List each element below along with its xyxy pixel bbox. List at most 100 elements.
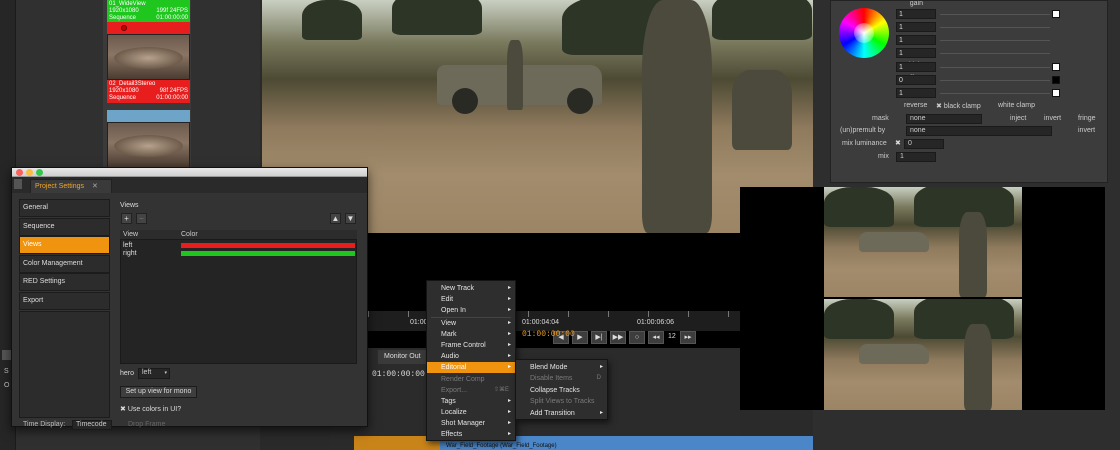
nav-general[interactable]: General <box>19 199 110 217</box>
chevron-down-icon: ▾ <box>164 370 167 376</box>
menu-item-effects[interactable]: Effects ▸ <box>427 429 515 440</box>
nav-sequence[interactable]: Sequence <box>19 218 110 236</box>
mix-luminance-value[interactable]: 0 <box>904 139 944 149</box>
menu-item-localize[interactable]: Localize ▸ <box>427 407 515 418</box>
current-timecode[interactable]: 01:00:00:00 <box>522 330 575 339</box>
play-button[interactable]: ▶| <box>591 331 607 344</box>
close-icon[interactable] <box>16 169 23 176</box>
menu-item-collapse-tracks[interactable]: Collapse Tracks <box>516 385 607 396</box>
tab-close-icon[interactable]: ✕ <box>92 183 98 190</box>
unpremult-dropdown[interactable]: none <box>906 126 1052 136</box>
param-slider[interactable] <box>940 27 1050 28</box>
menu-item-add-transition[interactable]: Add Transition ▸ <box>516 408 607 419</box>
view-row-color[interactable] <box>181 251 355 256</box>
menu-item-blend-mode[interactable]: Blend Mode ▸ <box>516 362 607 373</box>
add-view-button[interactable]: + <box>121 213 132 224</box>
param-value[interactable]: 1 <box>896 48 936 58</box>
invert-checkbox-2[interactable]: invert <box>1078 127 1095 134</box>
menu-item-export[interactable]: Export... ⇧⌘E <box>427 385 515 396</box>
mix-value[interactable]: 1 <box>896 152 936 162</box>
inject-checkbox[interactable]: inject <box>1010 115 1026 122</box>
mix-luminance-checkbox[interactable]: ✖ <box>895 139 901 147</box>
frame-back-button[interactable]: ◂◂ <box>648 331 664 344</box>
menu-item-editorial[interactable]: Editorial ▸ <box>427 362 515 373</box>
move-down-icon[interactable]: ▼ <box>345 213 356 224</box>
loop-button[interactable]: ○ <box>629 331 645 344</box>
hero-dropdown[interactable]: left ▾ <box>138 368 170 379</box>
swatch-icon[interactable] <box>1052 76 1060 84</box>
param-slider[interactable] <box>940 80 1050 81</box>
panel-menu-icon[interactable] <box>14 179 22 189</box>
menu-item-view[interactable]: View ▸ <box>427 318 515 329</box>
mix-label: mix <box>878 153 889 160</box>
black-clamp-label[interactable]: ✖ black clamp <box>936 102 981 110</box>
fringe-checkbox[interactable]: fringe <box>1078 115 1096 122</box>
menu-item-audio[interactable]: Audio ▸ <box>427 351 515 362</box>
nav-export[interactable]: Export <box>19 292 110 310</box>
param-row: 1 <box>836 35 1106 46</box>
menu-item-frame-control[interactable]: Frame Control ▸ <box>427 340 515 351</box>
frame-step-value[interactable]: 12 <box>668 333 676 340</box>
param-value[interactable]: 1 <box>896 88 936 98</box>
tab-title: Project Settings <box>35 183 85 190</box>
drop-frame-checkbox[interactable]: Drop Frame <box>128 421 165 428</box>
frame-forward-button[interactable]: ▸▸ <box>680 331 696 344</box>
maximize-icon[interactable] <box>36 169 43 176</box>
param-value[interactable]: 1 <box>896 62 936 72</box>
tab-project-settings[interactable]: Project Settings ✕ <box>30 179 112 193</box>
remove-view-button[interactable]: − <box>136 213 147 224</box>
menu-item-render-comp[interactable]: Render Comp <box>427 374 515 385</box>
o-icon[interactable]: O <box>4 382 9 389</box>
swatch-icon[interactable] <box>1052 10 1060 18</box>
reverse-checkbox[interactable]: reverse <box>904 102 927 109</box>
param-row: multiply 1 <box>836 62 1106 73</box>
menu-item-shot-manager[interactable]: Shot Manager ▸ <box>427 418 515 429</box>
move-up-icon[interactable]: ▲ <box>330 213 341 224</box>
param-slider[interactable] <box>940 93 1050 94</box>
param-slider[interactable] <box>940 14 1050 15</box>
param-slider[interactable] <box>940 67 1050 68</box>
step-forward-button[interactable]: ▶▶ <box>610 331 626 344</box>
menu-item-mark[interactable]: Mark ▸ <box>427 329 515 340</box>
clip-thumbnail <box>107 34 190 80</box>
view-row-name[interactable]: right <box>123 250 137 257</box>
clip-item[interactable]: 02_Detail3Stereo 1920x1080 98f 24FPS Seq… <box>107 22 190 103</box>
menu-item-open-in[interactable]: Open In ▸ <box>427 305 515 316</box>
menu-item-disable-items[interactable]: Disable Items D <box>516 373 607 384</box>
param-value[interactable]: 0 <box>896 75 936 85</box>
param-value[interactable]: 1 <box>896 22 936 32</box>
param-slider[interactable] <box>940 40 1050 41</box>
param-value[interactable]: 1 <box>896 9 936 19</box>
menu-item-tags[interactable]: Tags ▸ <box>427 396 515 407</box>
param-value[interactable]: 1 <box>896 35 936 45</box>
clip-item[interactable]: 01_WideView 1920x1080 199f 24FPS Sequenc… <box>107 0 190 23</box>
viewer-ruler[interactable]: 01:00:00:00 01:00:04:04 01:00:06:06 <box>368 311 740 331</box>
stereo-left-view <box>824 187 1022 297</box>
ruler-timecode: 01:00:06:06 <box>637 319 674 326</box>
nav-red-settings[interactable]: RED Settings <box>19 273 110 291</box>
setup-mono-button[interactable]: Set up view for mono <box>120 386 197 398</box>
swatch-icon[interactable] <box>1052 89 1060 97</box>
invert-checkbox[interactable]: invert <box>1044 115 1061 122</box>
project-settings-dialog: Project Settings ✕ General Sequence View… <box>11 167 368 427</box>
clip-meta: 01_WideView 1920x1080 199f 24FPS Sequenc… <box>107 0 190 23</box>
swatch-icon[interactable] <box>1052 63 1060 71</box>
view-row-color[interactable] <box>181 243 355 248</box>
use-colors-checkbox[interactable]: ✖ Use colors in UI? <box>120 405 181 413</box>
time-display-dropdown[interactable]: Timecode <box>72 420 112 430</box>
dialog-titlebar[interactable] <box>12 168 367 177</box>
menu-item-new-track[interactable]: New Track ▸ <box>427 283 515 294</box>
param-slider[interactable] <box>940 53 1050 54</box>
clip-item[interactable] <box>107 110 190 168</box>
param-row: 1 <box>836 9 1106 20</box>
view-row-name[interactable]: left <box>123 242 132 249</box>
nav-views[interactable]: Views <box>19 236 110 254</box>
monitor-timecode[interactable]: 01:00:00:00 <box>372 370 425 379</box>
white-clamp-checkbox[interactable]: white clamp <box>998 102 1035 109</box>
menu-item-edit[interactable]: Edit ▸ <box>427 294 515 305</box>
minimize-icon[interactable] <box>26 169 33 176</box>
nav-color-management[interactable]: Color Management <box>19 255 110 273</box>
s-icon[interactable]: S <box>4 368 9 375</box>
mask-dropdown[interactable]: none <box>906 114 982 124</box>
menu-item-split-views[interactable]: Split Views to Tracks <box>516 396 607 407</box>
